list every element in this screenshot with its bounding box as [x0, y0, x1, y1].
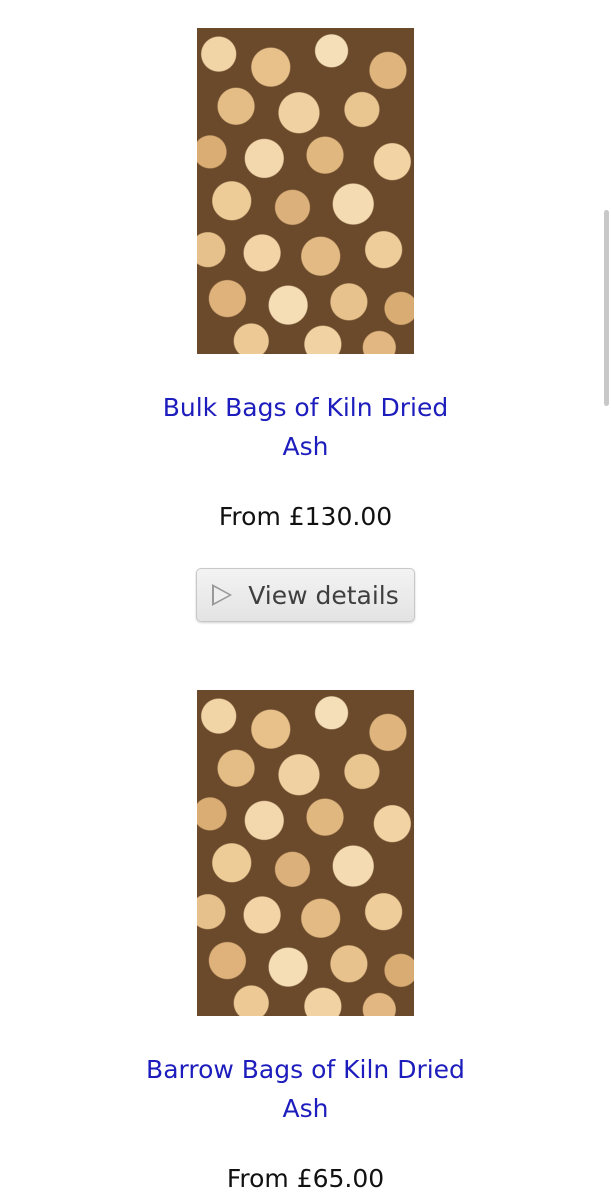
view-details-label: View details — [248, 580, 399, 610]
view-details-button[interactable]: View details — [196, 568, 415, 622]
product-list-page: Bulk Bags of Kiln Dried Ash From £130.00… — [0, 0, 611, 1200]
product-title-link[interactable]: Barrow Bags of Kiln Dried Ash — [146, 1050, 466, 1128]
firewood-logs-image[interactable] — [197, 690, 414, 1016]
product-price: From £65.00 — [226, 1164, 385, 1193]
play-triangle-icon — [212, 584, 233, 606]
product-card: Bulk Bags of Kiln Dried Ash From £130.00… — [0, 28, 611, 622]
firewood-logs-image[interactable] — [197, 28, 414, 354]
product-price: From £130.00 — [218, 502, 393, 531]
product-card: Barrow Bags of Kiln Dried Ash From £65.0… — [0, 690, 611, 1194]
product-title-link[interactable]: Bulk Bags of Kiln Dried Ash — [146, 388, 466, 466]
vertical-scrollbar[interactable] — [604, 210, 609, 406]
